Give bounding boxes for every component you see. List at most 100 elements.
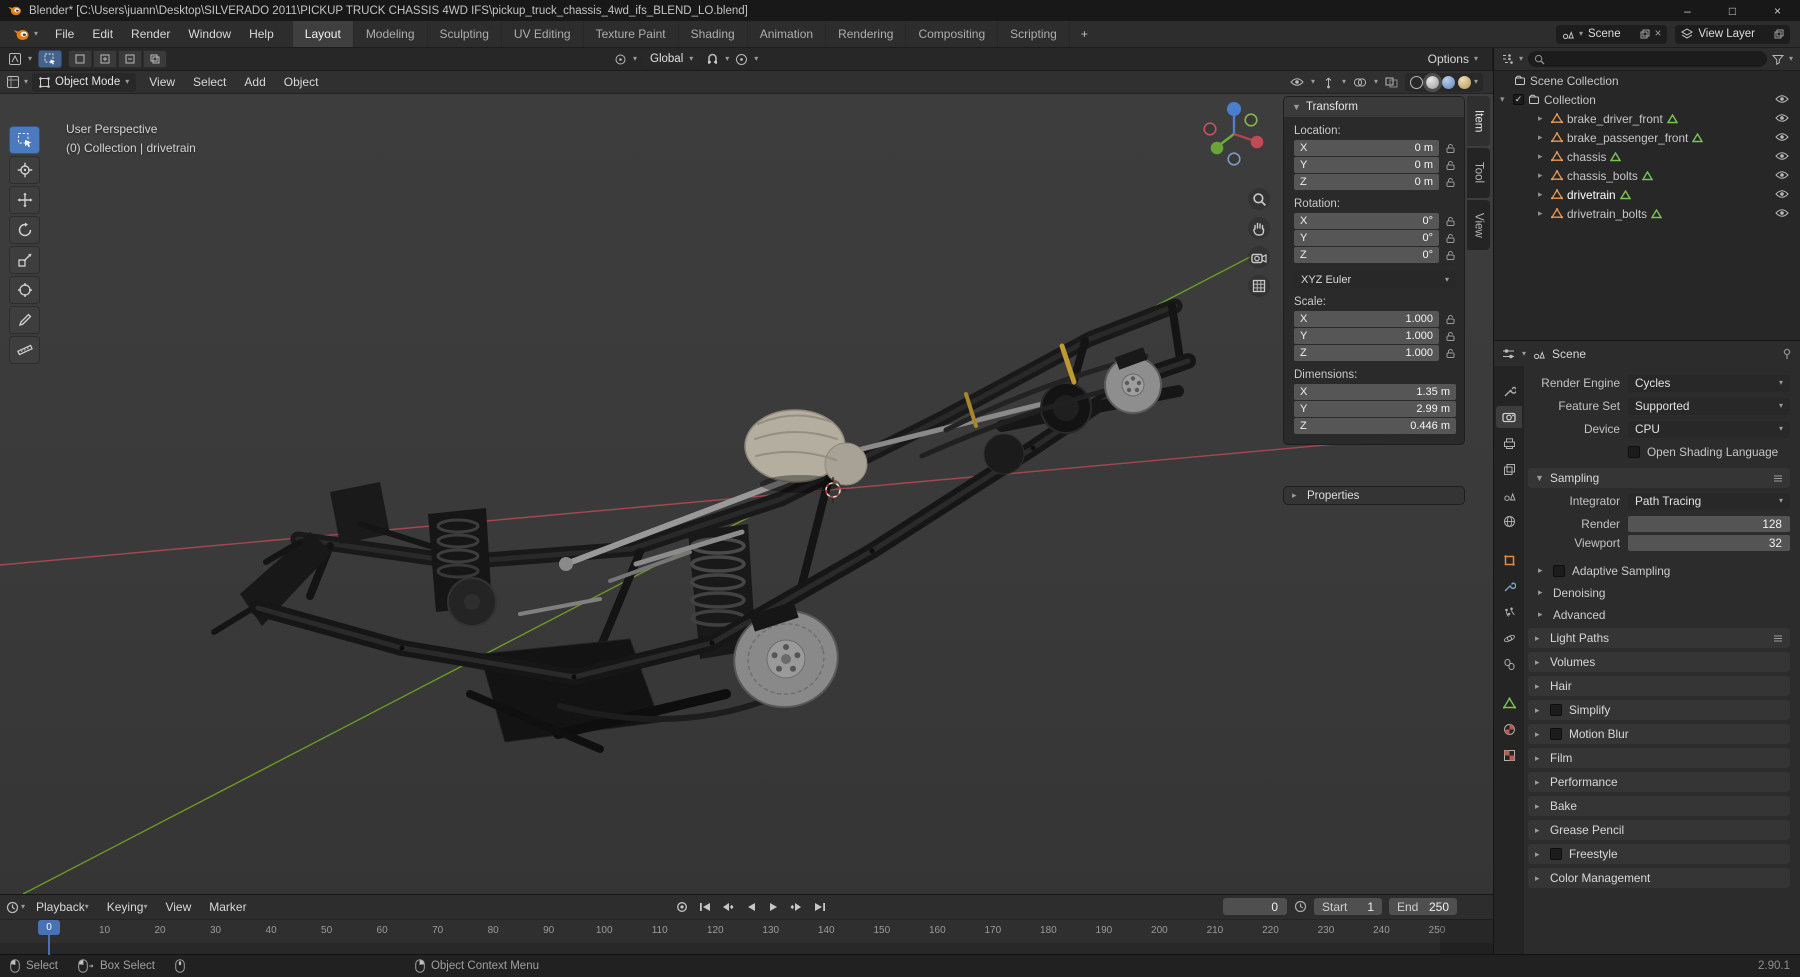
jump-to-start-button[interactable] <box>695 898 714 915</box>
lock-icon[interactable] <box>1444 160 1456 171</box>
lock-icon[interactable] <box>1444 143 1456 154</box>
camera-view-icon[interactable] <box>1248 246 1270 268</box>
output-tab-icon[interactable] <box>1496 432 1522 454</box>
hide-eye-toggle[interactable] <box>1775 170 1789 180</box>
select-subtract-mode-button[interactable] <box>118 50 143 68</box>
workspace-tab-shading[interactable]: Shading <box>679 21 748 47</box>
dimensions-y-field[interactable]: Y 2.99 m <box>1294 401 1456 417</box>
section-freestyle[interactable]: ▸ Freestyle <box>1528 844 1790 864</box>
outliner-search-input[interactable] <box>1528 51 1767 67</box>
workspace-tab-rendering[interactable]: Rendering <box>826 21 907 47</box>
expand-arrow-icon[interactable]: ▸ <box>1535 777 1543 788</box>
expand-arrow-icon[interactable]: ▸ <box>1535 873 1543 884</box>
cursor-tool[interactable] <box>9 156 40 184</box>
options-dropdown[interactable]: Options ▾ <box>1428 52 1478 66</box>
scale-tool[interactable] <box>9 246 40 274</box>
expand-icon[interactable]: ▸ <box>1538 170 1547 181</box>
timeline-ruler[interactable]: 0 10 20 30 40 50 60 70 80 90 100 110 120 130 140 150 160… <box>0 919 1493 943</box>
xray-toggle-icon[interactable] <box>1385 77 1398 88</box>
scale-y-field[interactable]: Y 1.000 <box>1294 328 1439 344</box>
gizmo-x-axis[interactable] <box>1250 135 1264 149</box>
sampling-panel-header[interactable]: ▼ Sampling <box>1528 468 1790 488</box>
blender-menu-button[interactable]: ▾ <box>4 21 46 47</box>
timeline-editor-icon[interactable] <box>6 901 19 914</box>
chevron-down-icon[interactable]: ▾ <box>28 55 32 63</box>
outliner-item-brake-passenger-front[interactable]: ▸ brake_passenger_front <box>1494 128 1800 147</box>
end-frame-field[interactable]: End 250 <box>1389 898 1457 915</box>
rotation-x-field[interactable]: X 0° <box>1294 213 1439 229</box>
checkbox[interactable] <box>1550 704 1562 716</box>
viewport-menu-object[interactable]: Object <box>275 75 328 89</box>
timeline-track[interactable] <box>0 943 1493 954</box>
hide-eye-toggle[interactable] <box>1775 189 1789 199</box>
panel-menu-icon[interactable] <box>1773 474 1783 483</box>
timeline-menu-marker[interactable]: Marker <box>200 900 255 914</box>
checkbox[interactable] <box>1550 848 1562 860</box>
chevron-down-icon[interactable]: ▾ <box>24 78 28 86</box>
current-frame-field[interactable]: 0 <box>1223 898 1287 915</box>
start-frame-field[interactable]: Start 1 <box>1314 898 1382 915</box>
workspace-tab-uv-editing[interactable]: UV Editing <box>502 21 584 47</box>
transform-panel-header[interactable]: ▼ Transform <box>1284 97 1464 117</box>
gizmo-x-neg-axis[interactable] <box>1203 122 1217 136</box>
viewport-samples-field[interactable]: 32 <box>1628 535 1790 551</box>
menu-help[interactable]: Help <box>240 21 283 47</box>
viewport-canvas[interactable]: User Perspective (0) Collection | drivet… <box>0 94 1493 894</box>
section-color-management[interactable]: ▸ Color Management <box>1528 868 1790 888</box>
chevron-down-icon[interactable]: ▾ <box>1474 78 1478 86</box>
workspace-tab-compositing[interactable]: Compositing <box>906 21 999 47</box>
constraints-tab-icon[interactable] <box>1496 653 1522 675</box>
lock-icon[interactable] <box>1444 177 1456 188</box>
expand-arrow-icon[interactable]: ▸ <box>1535 849 1543 860</box>
new-scene-icon[interactable] <box>1640 29 1650 39</box>
expand-arrow-icon[interactable]: ▸ <box>1538 609 1546 620</box>
select-extend-mode-button[interactable] <box>93 50 118 68</box>
jump-to-end-button[interactable] <box>810 898 829 915</box>
rendered-shading-icon[interactable] <box>1457 75 1471 89</box>
outliner-item-brake-driver-front[interactable]: ▸ brake_driver_front <box>1494 109 1800 128</box>
hide-eye-toggle[interactable] <box>1775 132 1789 142</box>
outliner-item-chassis[interactable]: ▸ chassis <box>1494 147 1800 166</box>
chevron-down-icon[interactable]: ▾ <box>1522 349 1526 358</box>
subsection-advanced[interactable]: ▸ Advanced <box>1538 606 1792 623</box>
feature-set-dropdown[interactable]: Supported ▾ <box>1628 397 1790 415</box>
section-simplify[interactable]: ▸ Simplify <box>1528 700 1790 720</box>
maximize-button[interactable]: □ <box>1710 0 1755 21</box>
collection-checkbox[interactable]: ✓ <box>1513 94 1524 105</box>
workspace-tab-texture-paint[interactable]: Texture Paint <box>584 21 679 47</box>
viewport-menu-select[interactable]: Select <box>184 75 235 89</box>
pin-icon[interactable] <box>1782 348 1792 360</box>
rotation-y-field[interactable]: Y 0° <box>1294 230 1439 246</box>
device-dropdown[interactable]: CPU ▾ <box>1628 420 1790 438</box>
chevron-down-icon[interactable]: ▾ <box>1342 78 1346 86</box>
expand-arrow-icon[interactable]: ▸ <box>1538 587 1546 598</box>
properties-editor-icon[interactable] <box>1502 348 1515 360</box>
chevron-down-icon[interactable]: ▾ <box>1519 55 1523 63</box>
view-layer-tab-icon[interactable] <box>1496 458 1522 480</box>
gizmo-y-neg-axis[interactable] <box>1244 113 1258 127</box>
auto-keying-button[interactable] <box>672 898 691 915</box>
workspace-tab-layout[interactable]: Layout <box>292 21 354 47</box>
view-layer-selector[interactable]: View Layer <box>1675 24 1790 44</box>
sidebar-tab-tool[interactable]: Tool <box>1467 148 1490 198</box>
panel-menu-icon[interactable] <box>1773 634 1783 643</box>
render-tab-icon[interactable] <box>1496 406 1522 428</box>
expand-arrow-icon[interactable]: ▸ <box>1538 565 1546 576</box>
expand-arrow-icon[interactable]: ▸ <box>1535 657 1543 668</box>
checkbox[interactable] <box>1553 564 1565 577</box>
menu-window[interactable]: Window <box>179 21 240 47</box>
particles-tab-icon[interactable] <box>1496 601 1522 623</box>
location-y-field[interactable]: Y 0 m <box>1294 157 1439 173</box>
add-workspace-button[interactable]: + <box>1070 21 1099 47</box>
chevron-down-icon[interactable]: ▾ <box>725 55 729 63</box>
next-keyframe-button[interactable] <box>787 898 806 915</box>
osl-checkbox[interactable] <box>1628 446 1640 458</box>
collapse-arrow-icon[interactable]: ▾ <box>1500 94 1509 105</box>
expand-arrow-icon[interactable]: ▸ <box>1535 825 1543 836</box>
section-performance[interactable]: ▸ Performance <box>1528 772 1790 792</box>
physics-tab-icon[interactable] <box>1496 627 1522 649</box>
editor-type-icon[interactable] <box>8 52 22 66</box>
wireframe-shading-icon[interactable] <box>1409 75 1423 89</box>
outliner-item-drivetrain[interactable]: ▸ drivetrain <box>1494 185 1800 204</box>
lock-icon[interactable] <box>1444 314 1456 325</box>
